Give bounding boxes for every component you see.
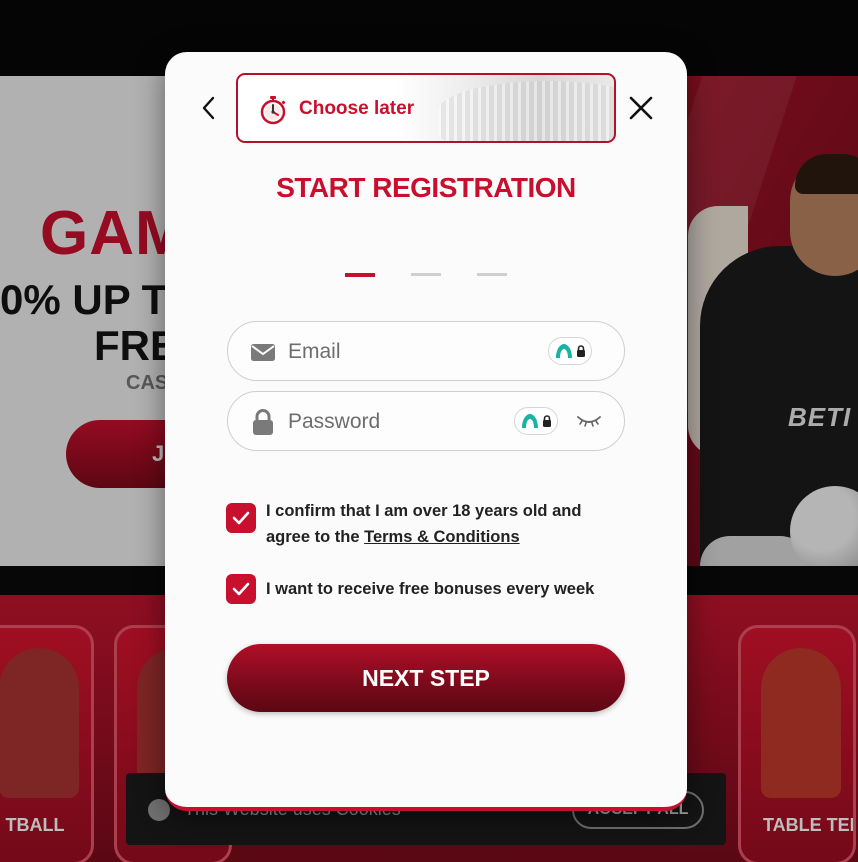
toggle-password-visibility[interactable] — [574, 408, 604, 434]
bonus-optin-label: I want to receive free bonuses every wee… — [266, 580, 595, 598]
stadium-background — [438, 81, 614, 141]
lock-icon — [576, 345, 585, 357]
password-manager-button[interactable] — [514, 407, 558, 435]
password-manager-icon — [555, 344, 572, 358]
bonus-optin-row: I want to receive free bonuses every wee… — [226, 574, 594, 604]
age-confirm-label: I confirm that I am over 18 years old an… — [266, 498, 596, 550]
bonus-optin-checkbox[interactable] — [226, 574, 256, 604]
password-input[interactable] — [288, 404, 528, 440]
step-indicator-2 — [411, 273, 441, 276]
envelope-icon — [250, 339, 276, 365]
age-confirm-checkbox[interactable] — [226, 503, 256, 533]
checkmark-icon — [232, 582, 250, 596]
choose-later-label: Choose later — [299, 98, 415, 119]
step-indicator-1 — [345, 273, 375, 277]
email-input[interactable] — [288, 334, 528, 370]
password-manager-button[interactable] — [548, 337, 592, 365]
age-confirm-row: I confirm that I am over 18 years old an… — [226, 498, 596, 550]
back-button[interactable] — [197, 94, 221, 122]
password-field — [227, 391, 625, 451]
next-step-button[interactable]: NEXT STEP — [227, 644, 625, 712]
chevron-left-icon — [202, 96, 215, 120]
registration-title: START REGISTRATION — [276, 172, 576, 203]
stopwatch-icon — [260, 96, 286, 125]
eye-closed-icon — [577, 416, 601, 427]
email-field — [227, 321, 625, 381]
checkmark-icon — [232, 511, 250, 525]
lock-icon — [250, 409, 276, 435]
registration-modal: Choose later START REGISTRATION Email I … — [165, 52, 687, 811]
choose-later-button[interactable]: Choose later — [236, 73, 616, 143]
close-icon — [629, 96, 653, 120]
close-button[interactable] — [625, 92, 657, 124]
lock-icon — [542, 415, 551, 427]
step-indicator-3 — [477, 273, 507, 276]
terms-link[interactable]: Terms & Conditions — [364, 528, 520, 546]
password-manager-icon — [521, 414, 538, 428]
